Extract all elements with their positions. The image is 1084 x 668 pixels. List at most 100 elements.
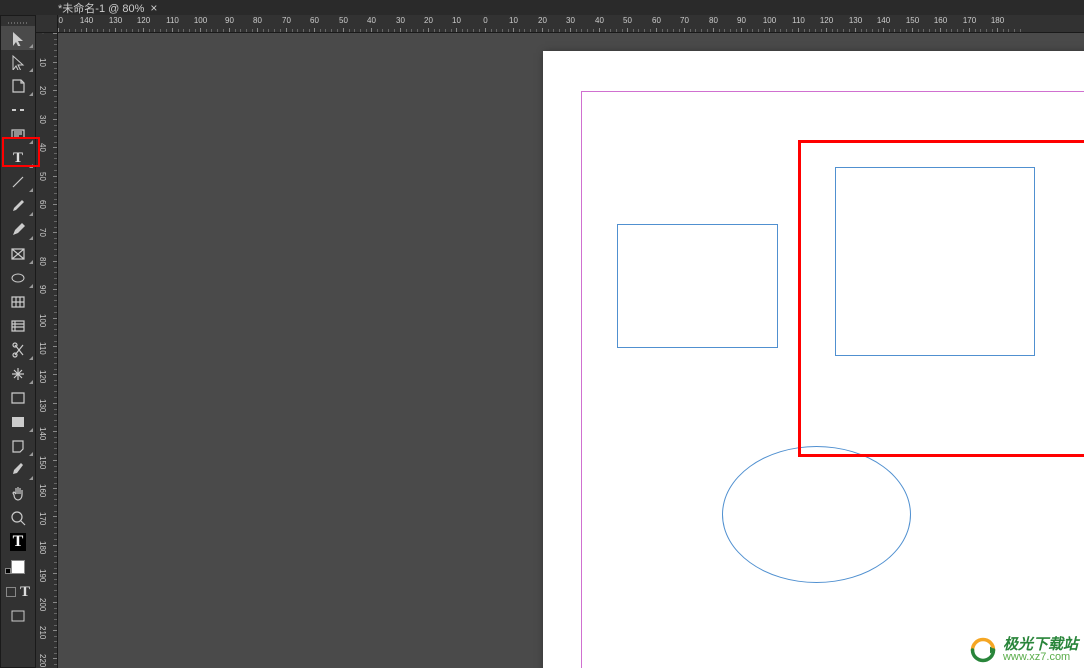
- pen-tool[interactable]: [1, 194, 35, 218]
- ruler-h-tick: 110: [172, 15, 173, 33]
- ruler-v-tick: 90: [36, 289, 58, 290]
- rectangle-frame-2[interactable]: [835, 167, 1035, 356]
- type-tool[interactable]: T: [1, 146, 35, 170]
- rectangle-frame-tool-icon: [10, 246, 26, 262]
- ruler-h-tick: 30: [400, 15, 401, 33]
- gradient-swatch-tool[interactable]: [1, 386, 35, 410]
- ruler-h-tick: 60: [314, 15, 315, 33]
- type-icon: T: [13, 150, 23, 167]
- page-tool[interactable]: [1, 74, 35, 98]
- gradient-feather-tool[interactable]: [1, 410, 35, 434]
- ruler-h-tick: 180: [997, 15, 998, 33]
- gradient-feather-tool-icon: [10, 414, 26, 430]
- line-tool-icon: [10, 174, 26, 190]
- rectangle-frame-1[interactable]: [617, 224, 778, 348]
- ruler-h-tick: 80: [713, 15, 714, 33]
- table-tool[interactable]: [1, 290, 35, 314]
- ruler-h-tick: 120: [143, 15, 144, 33]
- inline-table-tool[interactable]: [1, 314, 35, 338]
- ruler-h-tick: 150: [912, 15, 913, 33]
- fill-stroke-swatch[interactable]: T: [1, 530, 35, 554]
- ruler-h-tick: 140: [86, 15, 87, 33]
- ruler-h-tick: 70: [286, 15, 287, 33]
- ruler-h-tick: 90: [229, 15, 230, 33]
- pen-tool-icon: [10, 198, 26, 214]
- rectangle-tool[interactable]: [1, 266, 35, 290]
- content-collector-tool-icon: [10, 126, 26, 142]
- ruler-h-tick: 30: [58, 15, 59, 33]
- ruler-h-tick: 160: [940, 15, 941, 33]
- note-tool[interactable]: [1, 434, 35, 458]
- hand-tool[interactable]: [1, 482, 35, 506]
- horizontal-ruler[interactable]: 3014013012011010090807060504030201001020…: [58, 15, 1084, 33]
- ruler-h-tick: 140: [883, 15, 884, 33]
- ruler-v-tick: 30: [36, 119, 58, 120]
- ellipse-frame[interactable]: [722, 446, 911, 583]
- direct-selection-tool[interactable]: [1, 50, 35, 74]
- ruler-h-tick: 130: [855, 15, 856, 33]
- apply-color-container[interactable]: T: [1, 580, 35, 604]
- tab-bar: *未命名-1 @ 80% ×: [0, 0, 1084, 15]
- watermark: 极光下载站 www.xz7.com: [969, 636, 1078, 664]
- vertical-ruler[interactable]: 0102030405060708090100110120130140150160…: [36, 33, 58, 668]
- ruler-h-tick: 170: [969, 15, 970, 33]
- ruler-v-tick: 60: [36, 204, 58, 205]
- ruler-h-tick: 0: [485, 15, 486, 33]
- ruler-v-tick: 70: [36, 232, 58, 233]
- ruler-v-tick: 160: [36, 488, 58, 489]
- canvas-viewport[interactable]: [58, 33, 1084, 668]
- free-transform-tool[interactable]: [1, 362, 35, 386]
- note-tool-icon: [10, 438, 26, 454]
- scissors-tool-icon: [10, 342, 26, 358]
- ruler-v-tick: 0: [36, 33, 58, 34]
- ruler-v-tick: 110: [36, 346, 58, 347]
- ruler-v-tick: 120: [36, 374, 58, 375]
- main-area: T T T 3014013012011010090807060504030201…: [0, 15, 1084, 668]
- ruler-h-tick: 20: [428, 15, 429, 33]
- tab-close-icon[interactable]: ×: [150, 1, 157, 15]
- ruler-h-tick: 50: [627, 15, 628, 33]
- ruler-v-tick: 150: [36, 460, 58, 461]
- ruler-h-tick: 20: [542, 15, 543, 33]
- screen-mode[interactable]: [1, 604, 35, 628]
- watermark-title: 极光下载站: [1003, 637, 1078, 652]
- ruler-h-tick: 50: [343, 15, 344, 33]
- ruler-v-tick: 20: [36, 90, 58, 91]
- gap-tool[interactable]: [1, 98, 35, 122]
- margin-guide-v: [581, 91, 582, 668]
- margin-guide-h: [581, 91, 1084, 92]
- ruler-v-tick: 140: [36, 431, 58, 432]
- ruler-h-tick: 100: [200, 15, 201, 33]
- ruler-h-tick: 40: [371, 15, 372, 33]
- color-mode-indicator[interactable]: [3, 556, 33, 578]
- ruler-h-tick: 120: [826, 15, 827, 33]
- ruler-h-tick: 60: [656, 15, 657, 33]
- eyedropper-tool[interactable]: [1, 458, 35, 482]
- selection-tool[interactable]: [1, 26, 35, 50]
- ruler-origin[interactable]: [36, 15, 58, 33]
- ruler-v-tick: 200: [36, 602, 58, 603]
- ruler-v-tick: 50: [36, 176, 58, 177]
- ruler-v-tick: 220: [36, 658, 58, 659]
- ellipse-icon: [10, 270, 26, 286]
- ruler-v-tick: 170: [36, 516, 58, 517]
- tab-title: *未命名-1 @ 80%: [58, 0, 144, 16]
- rectangle-frame-tool[interactable]: [1, 242, 35, 266]
- ruler-v-tick: 100: [36, 318, 58, 319]
- content-collector-tool[interactable]: [1, 122, 35, 146]
- page-tool-icon: [10, 78, 26, 94]
- ruler-v-tick: 130: [36, 403, 58, 404]
- ruler-h-tick: 110: [798, 15, 799, 33]
- ruler-h-tick: 30: [570, 15, 571, 33]
- pencil-tool[interactable]: [1, 218, 35, 242]
- zoom-tool[interactable]: [1, 506, 35, 530]
- ruler-h-tick: 80: [257, 15, 258, 33]
- ruler-h-tick: 10: [456, 15, 457, 33]
- line-tool[interactable]: [1, 170, 35, 194]
- eyedropper-tool-icon: [10, 462, 26, 478]
- scissors-tool[interactable]: [1, 338, 35, 362]
- workspace: 30 140 130 120 110 100 90 80 70 60 50 40 30 20 100 10 20…: [36, 15, 1084, 668]
- ruler-v-tick: 40: [36, 147, 58, 148]
- ruler-h-tick: 130: [115, 15, 116, 33]
- watermark-logo-icon: [969, 636, 997, 664]
